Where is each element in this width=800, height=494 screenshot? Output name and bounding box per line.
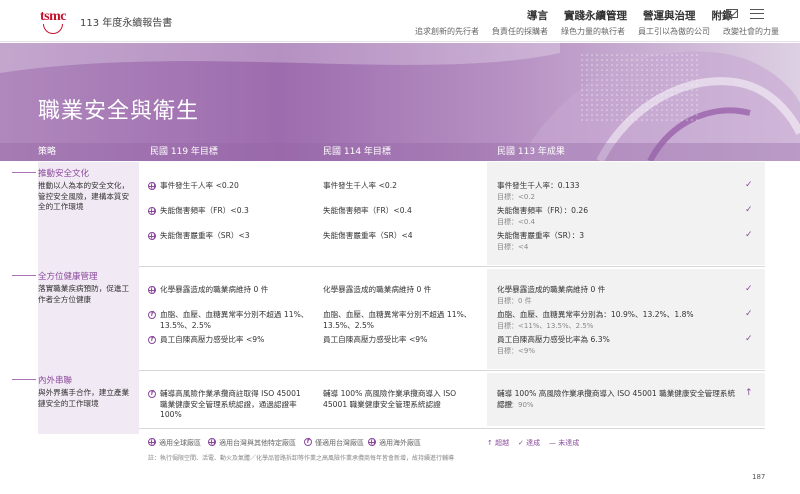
sub-nav: 追求創新的先行者 負責任的採購者 綠色力量的執行者 員工引以為傲的公司 改變社會…	[415, 26, 779, 37]
target-119-cell: 血脂、血壓、血糖異常率分別不超過 11%、13.5%、2.5%	[160, 310, 309, 330]
report-title: 113 年度永續報告書	[80, 18, 173, 29]
legend-not-achieved: — 未達成	[549, 439, 580, 447]
nav-item-sustainability[interactable]: 實踐永續管理	[564, 8, 627, 23]
globe-icon	[148, 286, 156, 294]
target-114-cell: 員工自陳高壓力感受比率 <9%	[323, 335, 428, 344]
result-cell: 失能傷害頻率（FR）：0.26	[497, 206, 589, 215]
legend-exceeded: ↑ 超越	[487, 439, 510, 447]
target-119-cell: 失能傷害嚴重率（SR）<3	[160, 231, 250, 240]
result-cell: 員工自陳高壓力感受比率為 6.3%	[497, 335, 610, 344]
menu-icon[interactable]	[750, 9, 764, 19]
section-title: 內外串聯	[38, 376, 73, 386]
exceeded-arrow-icon: ↑	[745, 388, 753, 398]
globe-icon	[148, 182, 156, 190]
taiwan-sites-icon: f	[148, 336, 156, 344]
result-goal: 目標：90%	[497, 401, 534, 409]
target-114-cell: 失能傷害頻率（FR）<0.4	[323, 206, 412, 215]
target-114-cell: 輔導 100% 高風險作業承攬商導入 ISO 45001 職業健康安全管理系統認…	[323, 389, 457, 409]
achieved-check-icon: ✓	[745, 284, 753, 294]
footnote: 註：執行侷限空間、活電、動火及氣體／化學品管路拆卸等作業之高風險作業承攬商每年皆…	[148, 455, 455, 462]
subnav-item-procurement[interactable]: 負責任的採購者	[492, 26, 548, 37]
subnav-item-green[interactable]: 綠色力量的執行者	[561, 26, 625, 37]
target-114-cell: 化學暴露造成的職業病維持 0 件	[323, 285, 432, 294]
result-goal: 目標：<9%	[497, 347, 535, 355]
globe-icon	[148, 232, 156, 240]
result-goal: 目標：<0.2	[497, 193, 535, 201]
taiwan-sites-icon: f	[304, 438, 312, 446]
result-cell: 失能傷害嚴重率（SR）：3	[497, 231, 585, 240]
legend-achieved: ✓ 達成	[518, 439, 541, 447]
section-divider	[139, 370, 765, 371]
taiwan-sites-icon: f	[148, 390, 156, 398]
logo-text: tsmc	[40, 9, 67, 24]
subnav-item-employee[interactable]: 員工引以為傲的公司	[638, 26, 710, 37]
result-goal: 目標：<4	[497, 243, 529, 251]
result-goal: 目標：0 件	[497, 297, 532, 305]
legend-taiwan-only: 僅適用台灣廠區	[315, 439, 364, 447]
result-cell: 血脂、血壓、血糖異常率分別為：10.9%、13.2%、1.8%	[497, 310, 694, 319]
result-cell: 化學暴露造成的職業病維持 0 件	[497, 285, 606, 294]
legend-global: 適用全球廠區	[159, 439, 201, 447]
section-marker-line	[12, 379, 36, 380]
page-banner: 職業安全與衛生	[0, 43, 800, 161]
result-goal: 目標：<0.4	[497, 218, 535, 226]
page-title: 職業安全與衛生	[38, 99, 200, 124]
target-119-cell: 化學暴露造成的職業病維持 0 件	[160, 285, 269, 294]
achieved-check-icon: ✓	[745, 180, 753, 190]
col-header-target-114: 民國 114 年目標	[323, 147, 391, 157]
target-114-cell: 事件發生千人率 <0.2	[323, 181, 398, 190]
main-nav: 導言 實踐永續管理 營運與治理 附錄	[527, 8, 733, 23]
col-header-result-113: 民國 113 年成果	[497, 147, 565, 157]
page-number: 187	[752, 473, 766, 481]
taiwan-sites-icon: f	[148, 311, 156, 319]
achieved-check-icon: ✓	[745, 205, 753, 215]
result-cell: 事件發生千人率：0.133	[497, 181, 580, 190]
achieved-check-icon: ✓	[745, 309, 753, 319]
legend-overseas: 適用海外廠區	[379, 439, 421, 447]
col-header-target-119: 民國 119 年目標	[150, 147, 218, 157]
section-title: 全方位健康管理	[38, 272, 98, 282]
result-goal: 目標：<11%、13.5%、2.5%	[497, 322, 594, 330]
target-119-cell: 輔導高風險作業承攬商註取得 ISO 45001 職業健康安全管理系統認證，通過認…	[160, 389, 301, 419]
section-description: 與外界攜手合作，建立產業鏈安全的工作環境	[38, 388, 130, 408]
section-description: 推動以人為本的安全文化，管控安全風險，建構本質安全的工作環境	[38, 181, 130, 211]
target-119-cell: 失能傷害頻率（FR）<0.3	[160, 206, 249, 215]
section-title: 推動安全文化	[38, 169, 90, 179]
globe-icon	[148, 207, 156, 215]
target-119-cell: 事件發生千人率 <0.20	[160, 181, 239, 190]
target-119-cell: 員工自陳高壓力感受比率 <9%	[160, 335, 265, 344]
achieved-check-icon: ✓	[745, 230, 753, 240]
legend-taiwan-other: 適用台灣與其他特定廠區	[219, 439, 296, 447]
subnav-item-innovation[interactable]: 追求創新的先行者	[415, 26, 479, 37]
globe-icon	[148, 438, 156, 446]
section-divider	[139, 266, 765, 267]
globe-icon	[368, 438, 376, 446]
nav-item-governance[interactable]: 營運與治理	[643, 8, 696, 23]
globe-icon	[208, 438, 216, 446]
tsmc-logo[interactable]: tsmc	[34, 9, 72, 35]
nav-item-intro[interactable]: 導言	[527, 8, 548, 23]
achieved-check-icon: ✓	[745, 334, 753, 344]
logo-seal-icon	[43, 24, 63, 34]
section-marker-line	[12, 172, 36, 173]
col-header-strategy: 策略	[38, 147, 57, 157]
target-114-cell: 失能傷害嚴重率（SR）<4	[323, 231, 413, 240]
section-marker-line	[12, 275, 36, 276]
section-description: 落實職業疾病預防，促進工作者全方位健康	[38, 284, 130, 304]
subnav-item-society[interactable]: 改變社會的力量	[723, 26, 779, 37]
target-114-cell: 血脂、血壓、血糖異常率分別不超過 11%、13.5%、2.5%	[323, 310, 472, 330]
table-bottom-line	[139, 428, 765, 429]
top-header: tsmc 113 年度永續報告書 導言 實踐永續管理 營運與治理 附錄 追求創新…	[0, 0, 800, 42]
mail-icon[interactable]	[726, 9, 738, 18]
